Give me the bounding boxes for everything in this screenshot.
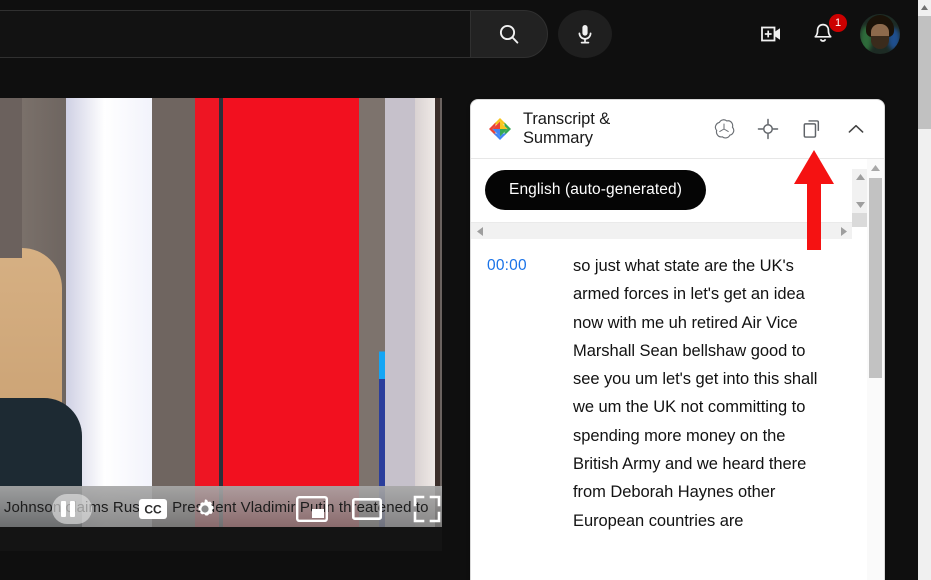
chevron-up-icon: [848, 124, 864, 133]
search-input[interactable]: ch: [0, 10, 470, 58]
language-selector-row: English (auto-generated): [471, 159, 884, 227]
scroll-thumb[interactable]: [852, 213, 868, 227]
search-button[interactable]: [470, 10, 548, 58]
panel-scroll-up-arrow-icon[interactable]: [867, 159, 884, 176]
theater-icon: [351, 498, 382, 520]
openai-logo-icon: [714, 119, 735, 139]
transcript-cue[interactable]: 00:00 so just what state are the UK's ar…: [471, 240, 884, 535]
scroll-down-arrow-icon[interactable]: [852, 197, 868, 213]
panel-scroll-thumb[interactable]: [869, 178, 882, 378]
cc-icon: CC: [138, 499, 167, 519]
transcript-summary-panel: Transcript & Summary English (auto-gener…: [470, 99, 885, 580]
scroll-up-arrow-icon[interactable]: [852, 169, 868, 185]
miniplayer-button[interactable]: [295, 485, 328, 533]
cue-timestamp[interactable]: 00:00: [487, 252, 551, 535]
language-row-vertical-scrollbar[interactable]: [852, 169, 868, 227]
page-right-gutter: [900, 0, 918, 580]
fullscreen-button[interactable]: [412, 485, 442, 533]
player-controls: CC: [0, 485, 442, 533]
panel-title: Transcript & Summary: [523, 110, 611, 147]
transcript-panel-header: Transcript & Summary: [471, 100, 884, 159]
player-bottom-bar: [0, 527, 442, 551]
screen: ch: [0, 0, 931, 580]
collapse-button[interactable]: [844, 117, 868, 141]
target-button[interactable]: [756, 117, 780, 141]
theater-button[interactable]: [351, 485, 382, 533]
play-pause-button[interactable]: [52, 494, 92, 524]
copy-button[interactable]: [800, 117, 824, 141]
transcript-body[interactable]: 00:00 so just what state are the UK's ar…: [471, 240, 884, 580]
subtitles-button[interactable]: CC: [138, 485, 168, 533]
transcript-panel-vertical-scrollbar[interactable]: [867, 159, 884, 580]
notification-badge: 1: [829, 14, 847, 32]
svg-text:CC: CC: [144, 503, 162, 517]
page-vertical-scrollbar[interactable]: [918, 0, 931, 580]
panel-actions: [712, 117, 872, 141]
studio-left-wall: [0, 98, 22, 258]
gear-icon: [198, 499, 214, 516]
settings-button[interactable]: [190, 485, 220, 533]
page-scroll-thumb[interactable]: [918, 16, 931, 129]
create-button[interactable]: [756, 19, 786, 49]
scroll-right-arrow-icon[interactable]: [835, 223, 852, 240]
create-video-icon: [761, 26, 780, 42]
language-select-button[interactable]: English (auto-generated): [485, 170, 707, 210]
cue-text: so just what state are the UK's armed fo…: [573, 257, 818, 530]
video-frame: [0, 98, 442, 551]
page-scroll-up-arrow-icon[interactable]: [918, 0, 931, 14]
search-bar: ch: [0, 10, 548, 58]
fullscreen-icon: [413, 495, 441, 523]
header-actions: 1: [756, 10, 900, 58]
pause-icon: [61, 501, 75, 517]
scroll-left-arrow-icon[interactable]: [471, 223, 488, 240]
notifications-button[interactable]: 1: [808, 14, 847, 49]
miniplayer-icon: [295, 496, 328, 522]
copy-duplicate-icon: [803, 120, 820, 138]
language-row-horizontal-scrollbar[interactable]: [471, 222, 852, 239]
voice-search-button[interactable]: [558, 10, 612, 58]
search-icon: [499, 24, 519, 44]
crosshair-target-icon: [757, 118, 779, 140]
scroll-track[interactable]: [852, 185, 868, 197]
microphone-icon: [578, 25, 592, 44]
avatar[interactable]: [860, 14, 900, 54]
colorful-diamond-logo-icon: [489, 118, 511, 140]
openai-button[interactable]: [712, 117, 736, 141]
video-player[interactable]: s Johnson claims Russian President Vladi…: [0, 98, 442, 551]
avatar-beard: [871, 36, 889, 49]
youtube-header: ch: [0, 0, 918, 69]
